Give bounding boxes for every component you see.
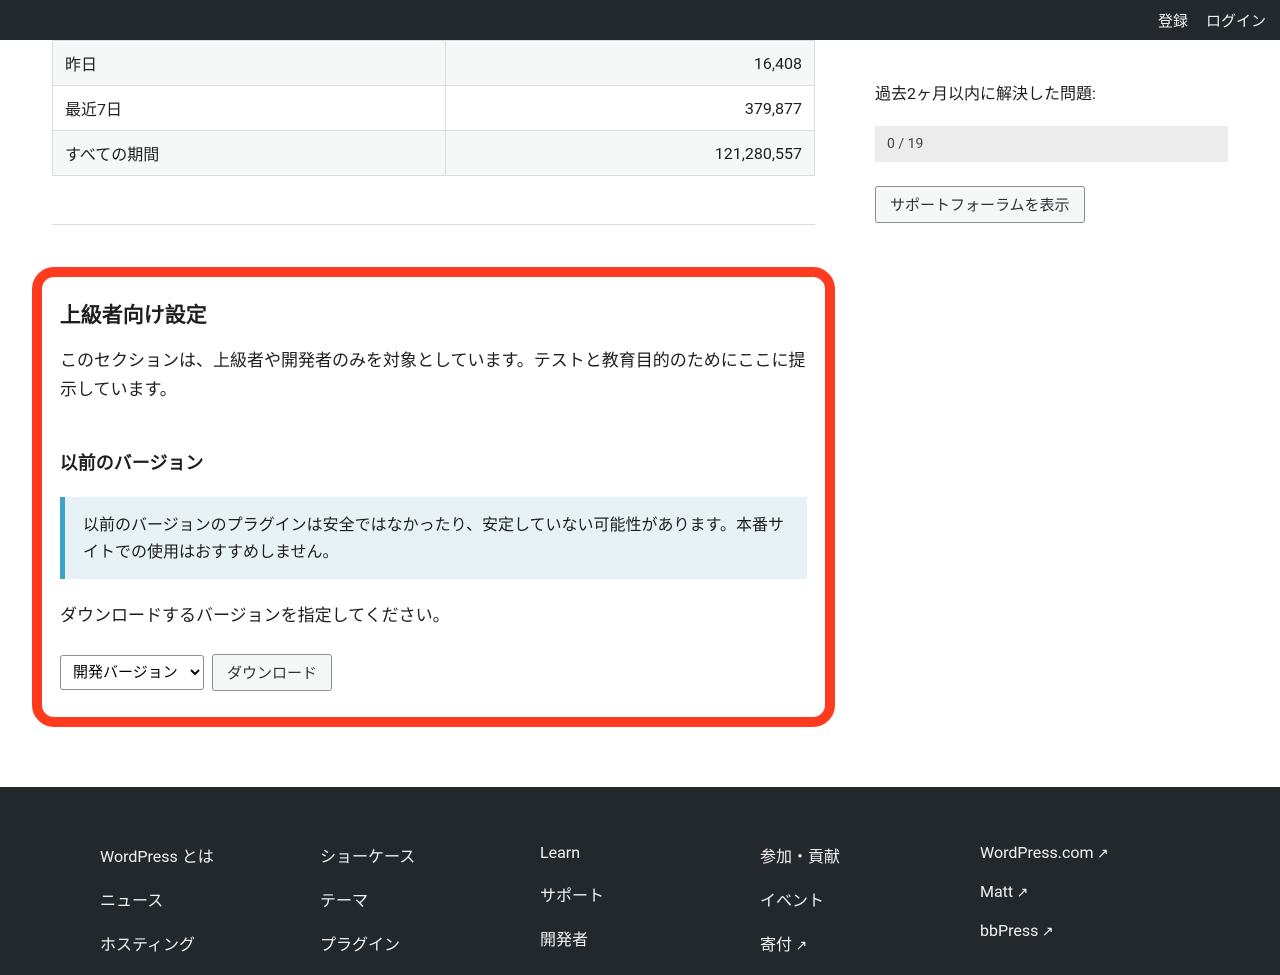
stat-value: 121,280,557	[445, 131, 814, 176]
footer-columns: WordPress とは ニュース ホスティング ショーケース テーマ プラグイ…	[100, 843, 1180, 975]
stat-label: すべての期間	[53, 131, 446, 176]
download-row: 開発バージョン ダウンロード	[60, 654, 807, 691]
footer-link[interactable]: Learn	[540, 843, 740, 862]
download-button[interactable]: ダウンロード	[212, 654, 332, 691]
footer-link[interactable]: サポート	[540, 882, 740, 906]
footer-link[interactable]: ホスティング	[100, 931, 300, 955]
footer-col-1: WordPress とは ニュース ホスティング	[100, 843, 300, 975]
footer-link[interactable]: 参加・貢献	[760, 843, 960, 867]
download-stats-table: 昨日 16,408 最近7日 379,877 すべての期間 121,280,55…	[52, 40, 815, 176]
footer-link[interactable]: プラグイン	[320, 931, 520, 955]
advanced-lead-text: このセクションは、上級者や開発者のみを対象としています。テストと教育目的のために…	[60, 347, 807, 405]
previous-versions-heading: 以前のバージョン	[60, 449, 807, 475]
footer-col-4: 参加・貢献 イベント 寄付	[760, 843, 960, 975]
site-footer: WordPress とは ニュース ホスティング ショーケース テーマ プラグイ…	[0, 787, 1280, 975]
warning-notice: 以前のバージョンのプラグインは安全ではなかったり、安定していない可能性があります…	[60, 497, 807, 579]
footer-link[interactable]: ニュース	[100, 887, 300, 911]
section-divider	[52, 224, 815, 225]
advanced-settings-box: 上級者向け設定 このセクションは、上級者や開発者のみを対象としています。テストと…	[32, 267, 835, 727]
page-body: 昨日 16,408 最近7日 379,877 すべての期間 121,280,55…	[0, 40, 1280, 787]
stat-label: 最近7日	[53, 86, 446, 131]
stat-label: 昨日	[53, 41, 446, 86]
stat-value: 16,408	[445, 41, 814, 86]
advanced-heading: 上級者向け設定	[60, 299, 807, 329]
login-link[interactable]: ログイン	[1206, 10, 1266, 31]
main-column: 昨日 16,408 最近7日 379,877 すべての期間 121,280,55…	[52, 40, 815, 727]
footer-link[interactable]: bbPress	[980, 921, 1180, 940]
version-pick-text: ダウンロードするバージョンを指定してください。	[60, 601, 807, 626]
version-select[interactable]: 開発バージョン	[60, 655, 204, 690]
view-support-forum-button[interactable]: サポートフォーラムを表示	[875, 186, 1085, 223]
footer-link[interactable]: ショーケース	[320, 843, 520, 867]
footer-col-2: ショーケース テーマ プラグイン	[320, 843, 520, 975]
footer-link[interactable]: WordPress.com	[980, 843, 1180, 862]
footer-link[interactable]: Matt	[980, 882, 1180, 901]
footer-col-5: WordPress.com Matt bbPress	[980, 843, 1180, 975]
support-resolved-label: 過去2ヶ月以内に解決した問題:	[875, 80, 1228, 104]
register-link[interactable]: 登録	[1158, 10, 1188, 31]
stat-value: 379,877	[445, 86, 814, 131]
sidebar: 過去2ヶ月以内に解決した問題: 0 / 19 サポートフォーラムを表示	[875, 40, 1228, 727]
footer-link[interactable]: 寄付	[760, 931, 960, 955]
support-resolved-count: 0 / 19	[875, 126, 1228, 162]
table-row: 最近7日 379,877	[53, 86, 815, 131]
table-row: すべての期間 121,280,557	[53, 131, 815, 176]
footer-col-3: Learn サポート 開発者	[540, 843, 740, 975]
topbar: 登録 ログイン	[0, 0, 1280, 40]
footer-link[interactable]: イベント	[760, 887, 960, 911]
footer-link[interactable]: テーマ	[320, 887, 520, 911]
footer-link[interactable]: WordPress とは	[100, 843, 300, 867]
footer-link[interactable]: 開発者	[540, 926, 740, 950]
table-row: 昨日 16,408	[53, 41, 815, 86]
